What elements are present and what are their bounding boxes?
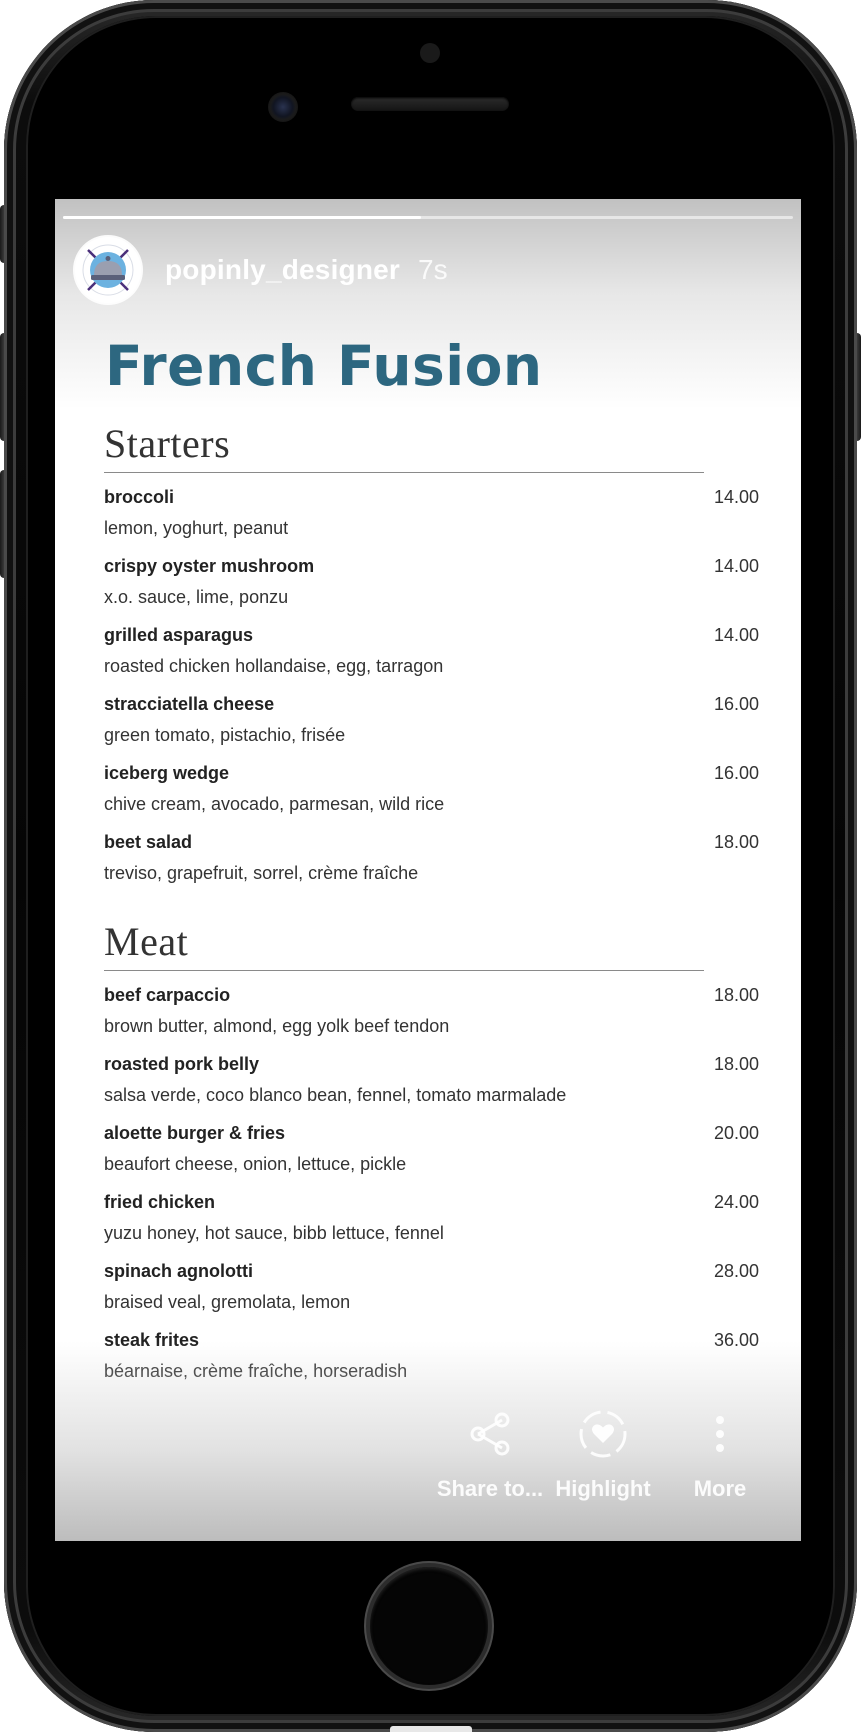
menu-title: French Fusion	[105, 334, 543, 398]
service-bell-icon	[82, 244, 134, 296]
item-price: 18.00	[713, 832, 759, 852]
item-description: béarnaise, crème fraîche, horseradish	[104, 1361, 408, 1381]
story-time-ago: 7s	[418, 254, 448, 285]
item-name: fried chicken	[104, 1192, 216, 1212]
item-price: 36.00	[713, 1330, 759, 1350]
item-price: 14.00	[713, 556, 759, 576]
item-description: chive cream, avocado, parmesan, wild ric…	[104, 794, 445, 814]
more-vertical-icon	[716, 1416, 724, 1452]
item-name: iceberg wedge	[104, 763, 230, 783]
menu-item: grilled asparagus 14.00 roasted chicken …	[104, 625, 759, 694]
section-title: Starters	[104, 421, 231, 466]
more-label: More	[693, 1476, 747, 1501]
item-name: beet salad	[104, 832, 193, 852]
menu-item: broccoli 14.00 lemon, yoghurt, peanut	[104, 487, 759, 556]
item-description: brown butter, almond, egg yolk beef tend…	[104, 1016, 450, 1036]
front-camera	[268, 92, 298, 122]
highlight-button[interactable]: Highlight	[548, 1404, 658, 1502]
menu-item: crispy oyster mushroom 14.00 x.o. sauce,…	[104, 556, 759, 625]
menu-section-starters: Starters broccoli 14.00 lemon, yoghurt, …	[104, 419, 759, 901]
menu-item: spinach agnolotti 28.00 braised veal, gr…	[104, 1261, 759, 1330]
menu-item: steak frites 36.00 béarnaise, crème fraî…	[104, 1330, 759, 1399]
menu-item: roasted pork belly 18.00 salsa verde, co…	[104, 1054, 759, 1123]
share-label: Share to...	[436, 1476, 544, 1501]
lightning-port	[390, 1726, 472, 1732]
highlight-heart-icon	[579, 1410, 627, 1458]
item-price: 28.00	[713, 1261, 759, 1281]
item-name: aloette burger & fries	[104, 1123, 286, 1143]
item-description: yuzu honey, hot sauce, bibb lettuce, fen…	[104, 1223, 444, 1243]
home-button[interactable]	[370, 1567, 488, 1685]
item-description: salsa verde, coco blanco bean, fennel, t…	[104, 1085, 567, 1105]
item-price: 14.00	[713, 487, 759, 507]
item-name: spinach agnolotti	[104, 1261, 254, 1281]
item-price: 14.00	[713, 625, 759, 645]
item-description: treviso, grapefruit, sorrel, crème fraîc…	[104, 863, 419, 883]
story-action-bar: Share to... Highlight More	[55, 1404, 801, 1514]
menu-item: stracciatella cheese 16.00 green tomato,…	[104, 694, 759, 763]
share-icon	[470, 1412, 510, 1456]
menu-item: beef carpaccio 18.00 brown butter, almon…	[104, 985, 759, 1054]
item-name: grilled asparagus	[104, 625, 254, 645]
item-name: steak frites	[104, 1330, 200, 1350]
item-name: stracciatella cheese	[104, 694, 275, 714]
item-name: broccoli	[104, 487, 175, 507]
item-description: roasted chicken hollandaise, egg, tarrag…	[104, 656, 444, 676]
item-description: lemon, yoghurt, peanut	[104, 518, 289, 538]
menu-section-meat: Meat beef carpaccio 18.00 brown butter, …	[104, 917, 759, 1399]
item-description: x.o. sauce, lime, ponzu	[104, 587, 289, 607]
section-title: Meat	[104, 919, 189, 964]
section-divider	[104, 970, 704, 971]
item-price: 16.00	[713, 763, 759, 783]
story-screen[interactable]: popinly_designer 7s French Fusion Starte…	[55, 199, 801, 1541]
section-divider	[104, 472, 704, 473]
item-name: roasted pork belly	[104, 1054, 260, 1074]
item-price: 18.00	[713, 985, 759, 1005]
story-username[interactable]: popinly_designer	[165, 254, 400, 286]
item-name: beef carpaccio	[104, 985, 231, 1005]
item-price: 20.00	[713, 1123, 759, 1143]
device-frame-container: popinly_designer 7s French Fusion Starte…	[0, 0, 861, 1732]
item-description: braised veal, gremolata, lemon	[104, 1292, 351, 1312]
story-progress-bar	[63, 216, 793, 219]
proximity-sensor	[420, 43, 440, 63]
highlight-label: Highlight	[555, 1476, 651, 1501]
menu-item: aloette burger & fries 20.00 beaufort ch…	[104, 1123, 759, 1192]
earpiece-speaker	[351, 97, 509, 111]
item-description: green tomato, pistachio, frisée	[104, 725, 346, 745]
story-header: popinly_designer 7s	[75, 237, 448, 303]
menu-item: iceberg wedge 16.00 chive cream, avocado…	[104, 763, 759, 832]
item-price: 16.00	[713, 694, 759, 714]
more-button[interactable]: More	[665, 1404, 775, 1502]
menu-item: beet salad 18.00 treviso, grapefruit, so…	[104, 832, 759, 901]
item-description: beaufort cheese, onion, lettuce, pickle	[104, 1154, 407, 1174]
item-price: 24.00	[713, 1192, 759, 1212]
story-progress-fill	[63, 216, 421, 219]
menu-item: fried chicken 24.00 yuzu honey, hot sauc…	[104, 1192, 759, 1261]
item-price: 18.00	[713, 1054, 759, 1074]
avatar[interactable]	[75, 237, 141, 303]
share-button[interactable]: Share to...	[435, 1404, 545, 1502]
item-name: crispy oyster mushroom	[104, 556, 315, 576]
